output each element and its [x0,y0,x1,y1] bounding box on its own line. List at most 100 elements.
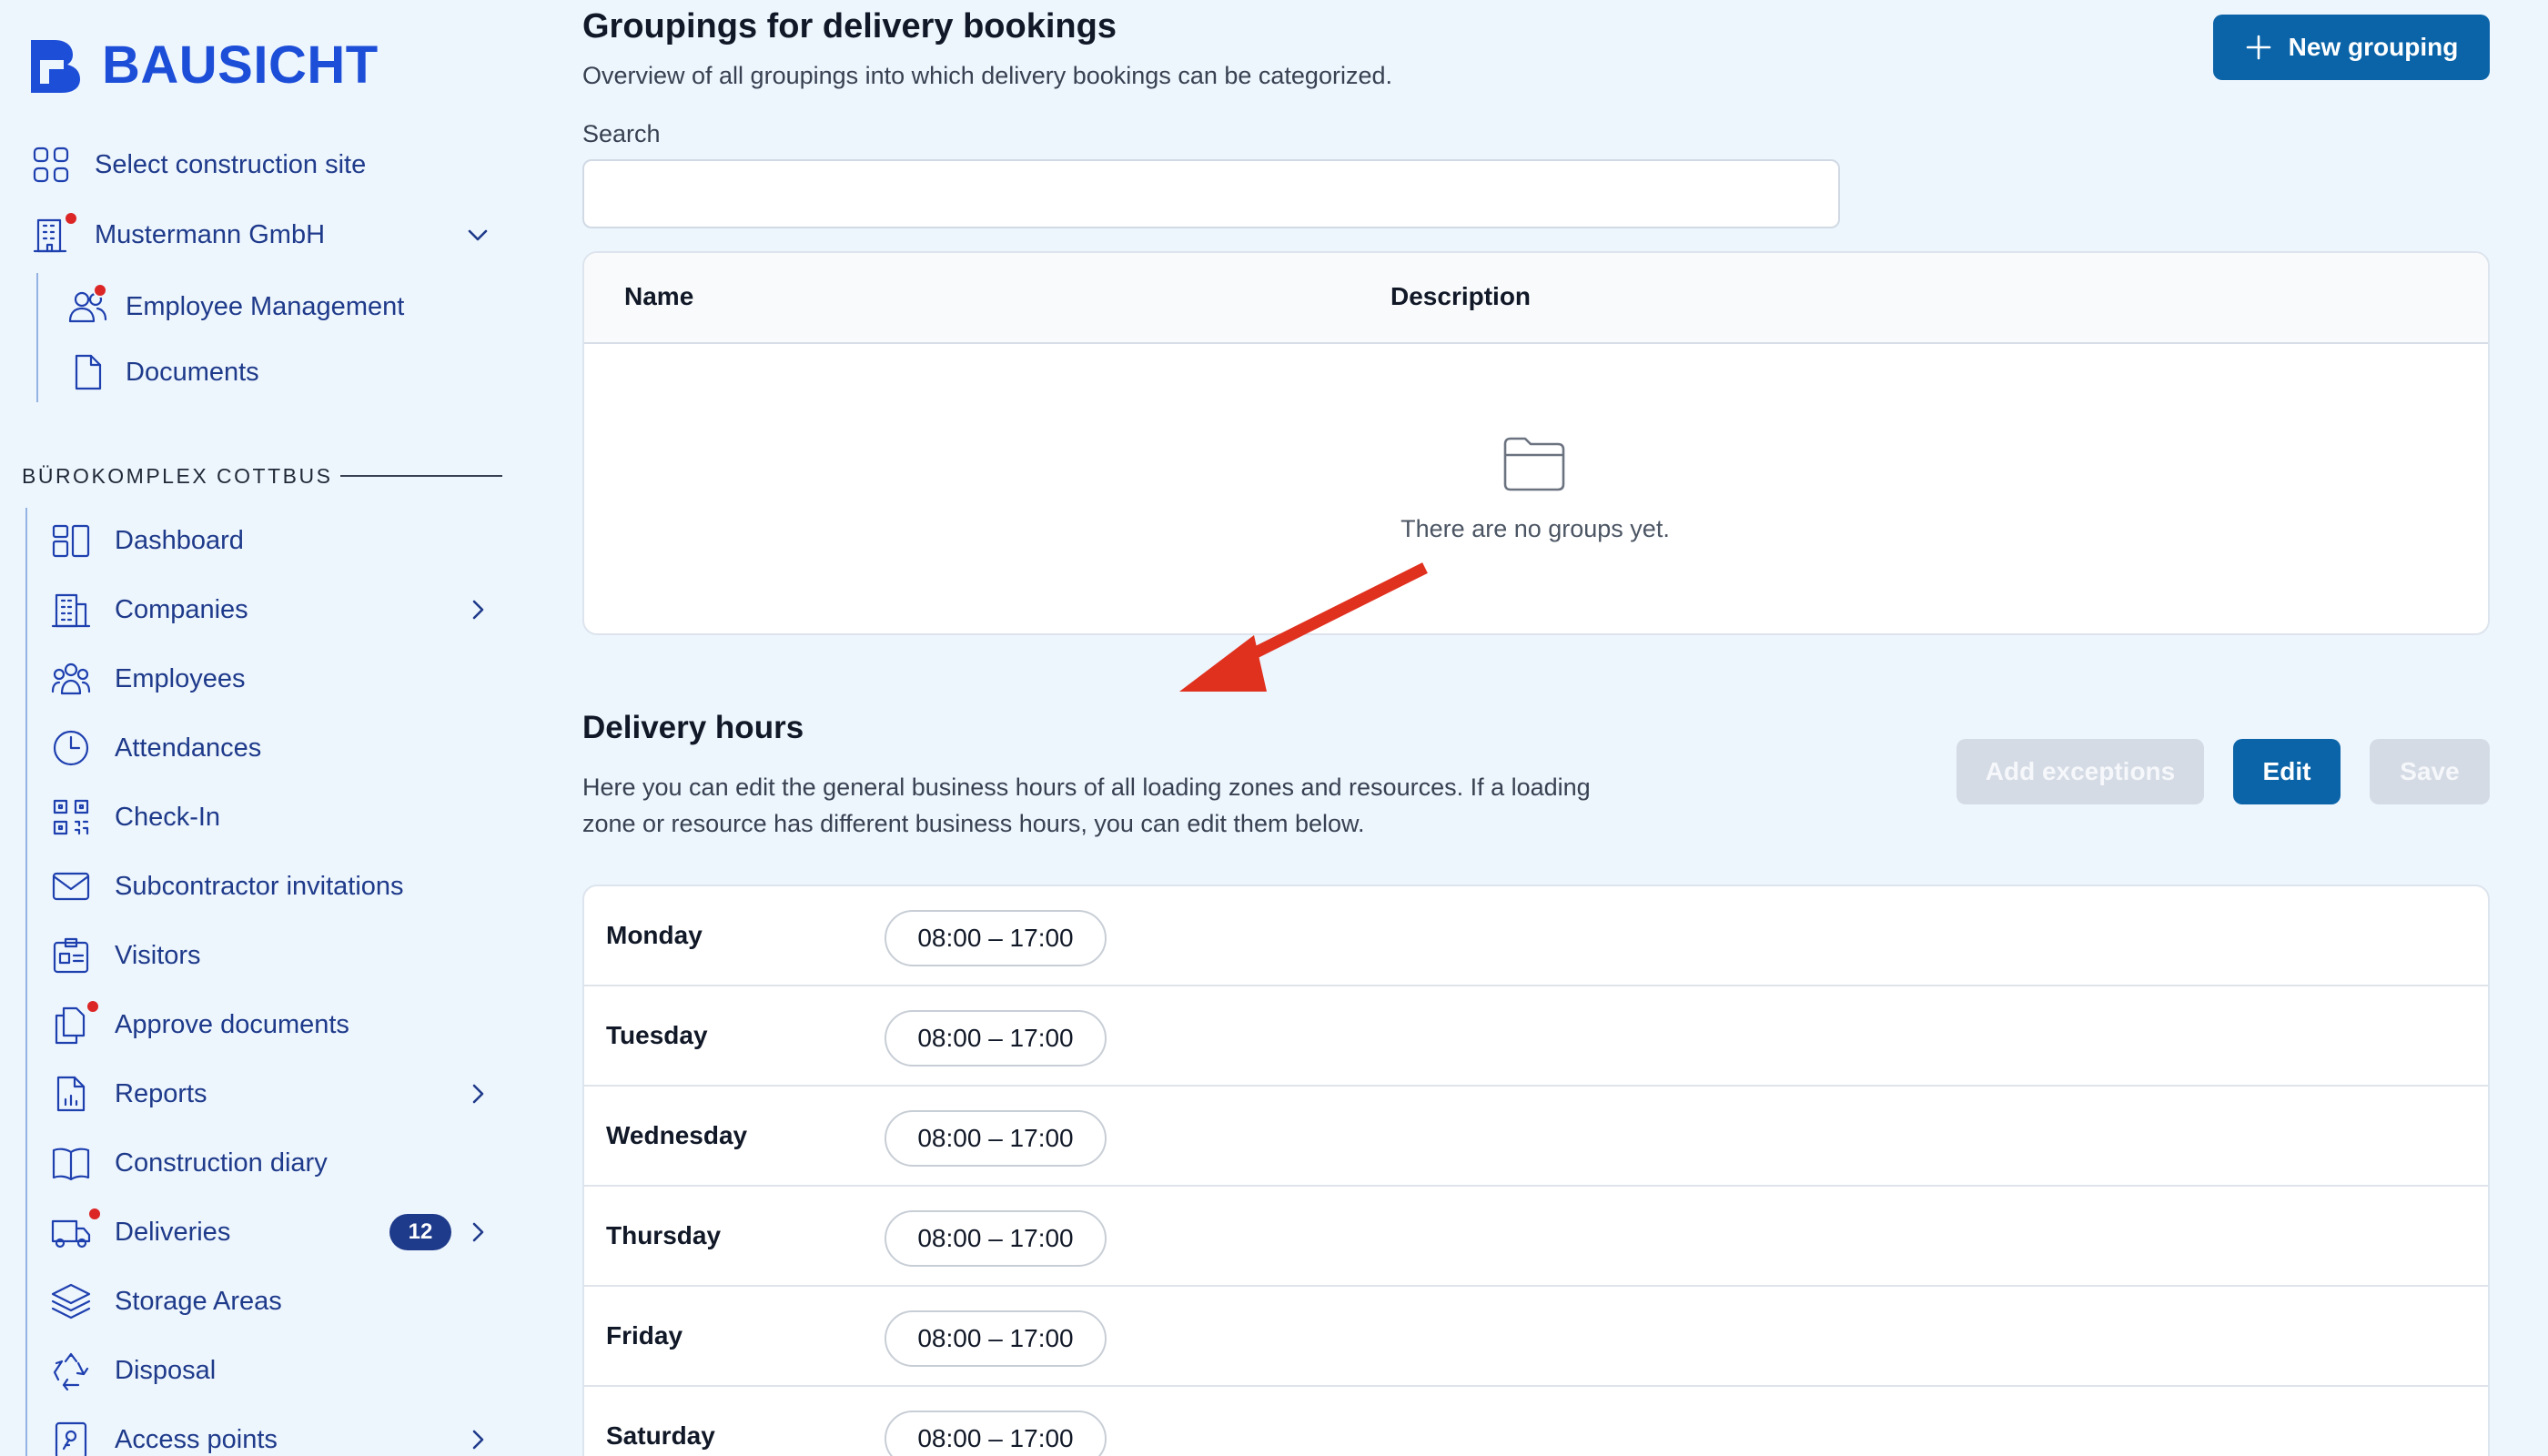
sidebar-item-employee-management[interactable]: Employee Management [67,278,404,335]
sidebar-item-label: Employee Management [126,291,405,321]
qr-code-icon [51,797,91,837]
hours-pill[interactable]: 08:00 – 17:00 [885,1110,1107,1167]
company-selector[interactable]: Mustermann GmbH [31,207,495,263]
layers-icon [51,1281,91,1321]
sidebar-item-documents[interactable]: Documents [67,344,259,400]
mail-icon [51,866,91,906]
table-row: Tuesday 08:00 – 17:00 [584,986,2488,1087]
page-subtitle: Overview of all groupings into which del… [582,62,1392,89]
hours-pill[interactable]: 08:00 – 17:00 [885,1410,1107,1456]
column-header-description[interactable]: Description [1390,282,1531,311]
documents-icon [51,999,100,1045]
tree-line [36,273,38,402]
hours-pill[interactable]: 08:00 – 17:00 [885,1210,1107,1267]
bausicht-logo-icon [31,40,80,93]
table-header: Name Description [584,253,2488,344]
chevron-right-icon[interactable] [466,598,490,622]
book-icon [51,1143,91,1183]
annotation-arrow-icon [1179,562,1428,692]
column-header-name[interactable]: Name [624,282,693,311]
chevron-down-icon[interactable] [466,223,490,247]
grid-icon [31,145,71,185]
brand-logo[interactable]: BAUSICHT [27,36,379,95]
notification-dot [86,999,100,1014]
users-icon [67,283,107,327]
sidebar-item-visitors[interactable]: Visitors [51,927,201,984]
sidebar-item-label: Dashboard [115,525,244,555]
truck-icon [51,1207,102,1252]
sidebar-item-label: Approve documents [115,1009,349,1039]
building-icon [51,590,91,630]
document-icon [67,352,107,392]
table-row: Wednesday 08:00 – 17:00 [584,1087,2488,1187]
sidebar-item-companies[interactable]: Companies [51,581,495,638]
sidebar-item-employees[interactable]: Employees [51,651,245,707]
table-row: Friday 08:00 – 17:00 [584,1287,2488,1387]
save-button[interactable]: Save [2370,739,2490,804]
search-label: Search [582,120,661,147]
delivery-hours-table: Monday 08:00 – 17:00 Tuesday 08:00 – 17:… [582,885,2490,1456]
id-card-icon [51,935,91,976]
recycle-icon [51,1350,91,1391]
company-label: Mustermann GmbH [95,219,326,249]
sidebar-item-label: Access points [115,1424,278,1454]
building-icon [31,211,78,255]
sidebar-item-label: Construction diary [115,1148,328,1178]
sidebar-item-check-in[interactable]: Check-In [51,789,220,845]
tree-line [25,508,27,1456]
notification-dot [87,1207,102,1221]
delivery-hours-title: Delivery hours [582,710,804,745]
clock-icon [51,728,91,768]
notification-dot [93,283,107,298]
sidebar-item-label: Reports [115,1078,207,1108]
new-grouping-label: New grouping [2288,33,2459,61]
table-row: Saturday 08:00 – 17:00 [584,1387,2488,1456]
sidebar: BAUSICHT Select construction site Muster… [0,0,528,1456]
sidebar-item-deliveries[interactable]: Deliveries 12 [51,1204,495,1260]
sidebar-item-label: Companies [115,594,248,624]
select-site-label: Select construction site [95,149,367,179]
sidebar-item-label: Subcontractor invitations [115,871,404,901]
chevron-right-icon[interactable] [466,1082,490,1106]
day-label: Tuesday [606,1021,708,1049]
sidebar-item-access-points[interactable]: Access points [51,1411,495,1456]
notification-dot [64,211,78,226]
delivery-hours-description: Here you can edit the general business h… [582,774,1591,837]
users-icon [51,659,91,699]
add-exceptions-button[interactable]: Add exceptions [1956,739,2204,804]
chevron-right-icon[interactable] [466,1220,490,1244]
sidebar-item-label: Visitors [115,940,201,970]
key-card-icon [51,1420,91,1456]
hours-pill[interactable]: 08:00 – 17:00 [885,1310,1107,1367]
select-construction-site[interactable]: Select construction site [31,136,366,193]
sidebar-item-reports[interactable]: Reports [51,1066,495,1122]
table-row: Monday 08:00 – 17:00 [584,886,2488,986]
sidebar-item-subcontractor-invitations[interactable]: Subcontractor invitations [51,858,404,915]
search-input[interactable] [582,159,1840,228]
page-title: Groupings for delivery bookings [582,7,1117,46]
sidebar-item-dashboard[interactable]: Dashboard [51,512,244,569]
hours-pill[interactable]: 08:00 – 17:00 [885,1010,1107,1067]
sidebar-item-label: Documents [126,357,259,387]
hours-pill[interactable]: 08:00 – 17:00 [885,910,1107,966]
report-icon [51,1074,91,1114]
chevron-right-icon[interactable] [466,1428,490,1451]
empty-state-text: There are no groups yet. [1400,515,1670,542]
new-grouping-button[interactable]: New grouping [2213,15,2490,80]
sidebar-item-construction-diary[interactable]: Construction diary [51,1135,328,1191]
sidebar-item-disposal[interactable]: Disposal [51,1342,216,1399]
sidebar-item-label: Employees [115,663,246,693]
sidebar-item-label: Check-In [115,802,221,832]
sidebar-item-storage-areas[interactable]: Storage Areas [51,1273,282,1330]
dashboard-icon [51,521,91,561]
brand-name: BAUSICHT [102,35,379,95]
day-label: Thursday [606,1221,722,1249]
table-row: Thursday 08:00 – 17:00 [584,1187,2488,1287]
sidebar-item-attendances[interactable]: Attendances [51,720,261,776]
edit-button[interactable]: Edit [2233,739,2341,804]
folder-icon [1502,435,1567,493]
plus-icon [2246,35,2270,60]
sidebar-item-approve-documents[interactable]: Approve documents [51,996,349,1053]
sidebar-item-label: Storage Areas [115,1286,282,1316]
deliveries-count-badge: 12 [389,1214,451,1250]
